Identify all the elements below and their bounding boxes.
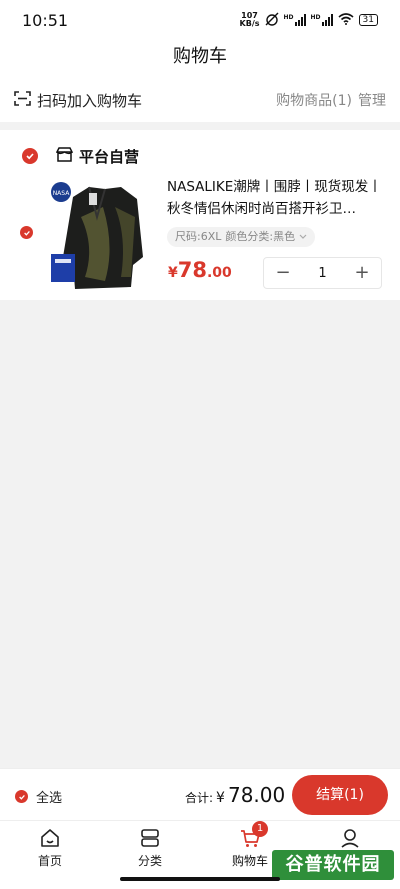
scan-to-cart-button[interactable]: 扫码加入购物车 bbox=[14, 90, 142, 111]
category-icon bbox=[139, 827, 161, 849]
store-header[interactable]: 平台自营 bbox=[55, 146, 140, 167]
alarm-off-icon bbox=[265, 12, 279, 29]
spec-size: 尺码:6XL bbox=[175, 230, 222, 243]
spec-color: 颜色分类:黑色 bbox=[225, 230, 296, 243]
status-time: 10:51 bbox=[22, 10, 69, 30]
select-all-checkbox[interactable] bbox=[15, 790, 28, 803]
home-icon bbox=[39, 827, 61, 849]
site-watermark: 谷普软件园 bbox=[272, 850, 394, 880]
select-all-label: 全选 bbox=[36, 791, 63, 806]
home-indicator[interactable] bbox=[120, 877, 280, 881]
scan-to-cart-label: 扫码加入购物车 bbox=[37, 91, 143, 110]
svg-text:NASA: NASA bbox=[53, 190, 71, 197]
checkout-bar: 全选 合计: ¥ 78.00 结算(1) bbox=[0, 768, 400, 820]
manage-button[interactable]: 管理 bbox=[358, 90, 386, 110]
signal-icon-1: HD bbox=[284, 14, 306, 26]
tab-home[interactable]: 首页 bbox=[0, 821, 100, 889]
scan-icon bbox=[14, 90, 31, 110]
network-speed: 107 KB/s bbox=[239, 11, 260, 28]
checkout-button[interactable]: 结算(1) bbox=[292, 775, 388, 815]
tab-home-label: 首页 bbox=[37, 854, 62, 868]
store-group: 平台自营 NASA NASALIKE潮牌丨围脖丨现货现发丨秋冬情侣休闲时尚百搭开… bbox=[0, 130, 400, 300]
profile-icon bbox=[339, 827, 361, 849]
increase-quantity-button[interactable]: + bbox=[343, 258, 381, 288]
tab-cart-label: 购物车 bbox=[231, 854, 268, 868]
item-checkbox[interactable] bbox=[20, 226, 33, 239]
product-title[interactable]: NASALIKE潮牌丨围脖丨现货现发丨秋冬情侣休闲时尚百搭开衫卫… bbox=[167, 176, 387, 220]
status-bar: 10:51 107 KB/s HD HD 31 bbox=[0, 0, 400, 40]
cart-item-count: 购物商品(1) bbox=[276, 93, 352, 109]
product-image[interactable]: NASA bbox=[45, 177, 150, 295]
select-all-toggle[interactable]: 全选 bbox=[15, 787, 62, 806]
product-price: ¥78.00 bbox=[168, 258, 232, 282]
signal-icon-2: HD bbox=[311, 14, 333, 26]
quantity-value[interactable]: 1 bbox=[302, 266, 343, 281]
store-name: 平台自营 bbox=[79, 148, 140, 166]
status-icons: 107 KB/s HD HD 31 bbox=[240, 12, 378, 29]
cart-badge: 1 bbox=[252, 821, 268, 837]
page-title: 购物车 bbox=[0, 40, 400, 78]
tab-category-label: 分类 bbox=[137, 854, 162, 868]
total-price: 合计: ¥ 78.00 bbox=[185, 783, 286, 807]
quantity-stepper: − 1 + bbox=[263, 257, 382, 289]
chevron-down-icon bbox=[299, 227, 307, 247]
cart-toolbar: 扫码加入购物车 购物商品(1) 管理 bbox=[0, 78, 400, 122]
battery-icon: 31 bbox=[358, 14, 378, 26]
product-spec-selector[interactable]: 尺码:6XL 颜色分类:黑色 bbox=[167, 227, 316, 247]
store-icon bbox=[55, 147, 74, 166]
decrease-quantity-button[interactable]: − bbox=[264, 258, 302, 288]
wifi-icon bbox=[338, 12, 354, 28]
store-checkbox[interactable] bbox=[22, 148, 38, 164]
